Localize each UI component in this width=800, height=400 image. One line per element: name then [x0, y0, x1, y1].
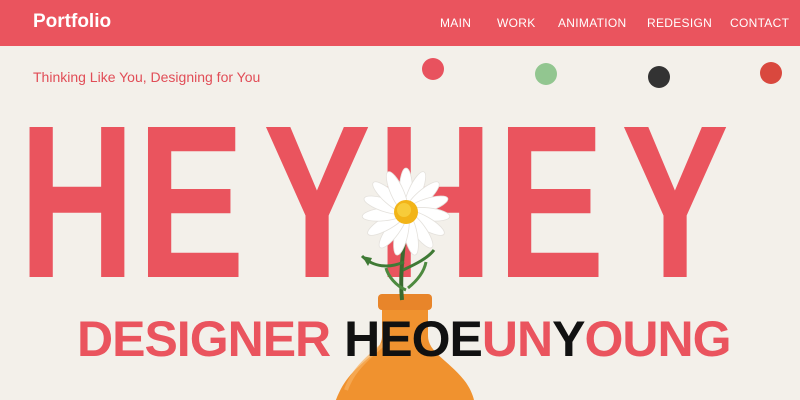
subtitle-part-y: Y [552, 311, 585, 367]
subtitle-part-he: HE [344, 311, 412, 367]
hero-subtitle: DESIGNER HE OE UN Y OUNG [77, 311, 731, 367]
daisy-icon [361, 167, 451, 256]
subtitle-part-oung: OUNG [584, 311, 731, 367]
subtitle-word-designer: DESIGNER [77, 311, 331, 367]
subtitle-part-un: UN [481, 311, 553, 367]
subtitle-part-oe: OE [411, 311, 483, 367]
